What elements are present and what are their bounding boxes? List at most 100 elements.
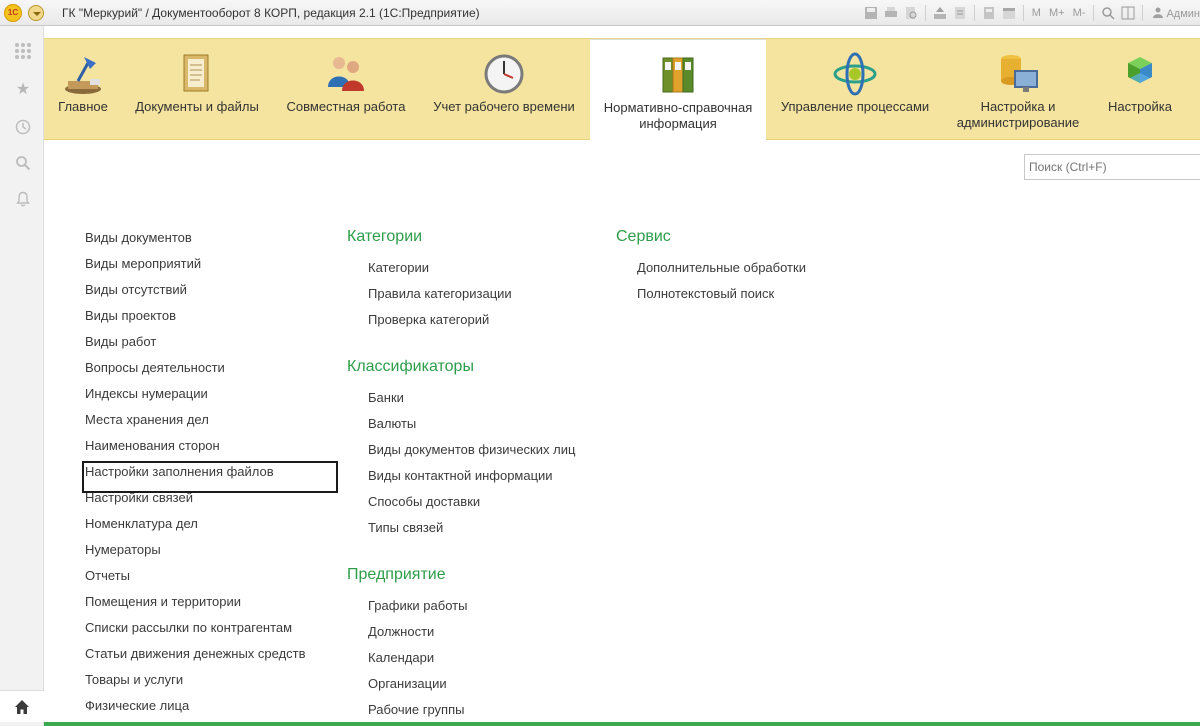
service-column: Сервис Дополнительные обработки Полнотек… bbox=[616, 228, 876, 312]
list-item-party-names[interactable]: Наименования сторон bbox=[85, 438, 335, 464]
desk-lamp-icon bbox=[65, 57, 101, 94]
clock-icon bbox=[484, 54, 524, 94]
zoom-icon[interactable] bbox=[1100, 5, 1116, 21]
list-item-mailing-lists[interactable]: Списки рассылки по контрагентам bbox=[85, 620, 335, 646]
list-item-project-types[interactable]: Виды проектов bbox=[85, 308, 335, 334]
list-item-numbering-indexes[interactable]: Индексы нумерации bbox=[85, 386, 335, 412]
calendar-icon[interactable] bbox=[1001, 5, 1017, 21]
history-icon[interactable] bbox=[12, 116, 34, 138]
group-title-categories: Категории bbox=[347, 228, 423, 245]
home-icon bbox=[15, 699, 29, 714]
list-item-activity-issues[interactable]: Вопросы деятельности bbox=[85, 360, 335, 386]
save-icon[interactable] bbox=[863, 5, 879, 21]
group-title-enterprise: Предприятие bbox=[347, 566, 446, 583]
window-title: ГК "Меркурий" / Документооборот 8 КОРП, … bbox=[62, 6, 480, 20]
bottom-accent-line bbox=[44, 722, 1200, 726]
process-icon bbox=[833, 52, 877, 96]
calculator-icon[interactable] bbox=[981, 5, 997, 21]
section-label: Настройка bbox=[1108, 99, 1172, 114]
reference-list-column: Виды документов Виды мероприятий Виды от… bbox=[82, 230, 338, 724]
list-item-work-schedules[interactable]: Графики работы bbox=[347, 598, 607, 624]
app-logo-icon[interactable]: 1С bbox=[4, 4, 22, 22]
group-title-service: Сервис bbox=[616, 228, 671, 245]
toolbar-separator bbox=[973, 5, 975, 21]
section-label: Настройка и администрирование bbox=[956, 99, 1080, 130]
database-computer-icon bbox=[1001, 55, 1038, 92]
toolbar-separator bbox=[924, 5, 926, 21]
list-item-reports[interactable]: Отчеты bbox=[85, 568, 335, 594]
list-item-personal-document-types[interactable]: Виды документов физических лиц bbox=[347, 442, 607, 468]
list-item-work-types[interactable]: Виды работ bbox=[85, 334, 335, 360]
section-panel: Главное Документы и файлы Совместная раб… bbox=[44, 38, 1200, 141]
memory-plus-button[interactable]: M+ bbox=[1047, 7, 1067, 19]
notifications-bell-icon[interactable] bbox=[12, 188, 34, 210]
list-item-goods-services[interactable]: Товары и услуги bbox=[85, 672, 335, 698]
main-menu-button[interactable] bbox=[28, 5, 44, 21]
list-item-case-nomenclature[interactable]: Номенклатура дел bbox=[85, 516, 335, 542]
toolbar-separator bbox=[1093, 5, 1095, 21]
document-icon[interactable] bbox=[952, 5, 968, 21]
memory-button[interactable]: M bbox=[1030, 7, 1043, 19]
documents-folder-icon bbox=[183, 54, 209, 92]
list-item-categorization-rules[interactable]: Правила категоризации bbox=[347, 286, 607, 312]
section-label: Документы и файлы bbox=[135, 99, 259, 114]
list-item-category-check[interactable]: Проверка категорий bbox=[347, 312, 607, 338]
memory-minus-button[interactable]: M- bbox=[1071, 7, 1088, 19]
section-main[interactable]: Главное bbox=[44, 39, 122, 141]
print-icon[interactable] bbox=[883, 5, 899, 21]
list-item-numerators[interactable]: Нумераторы bbox=[85, 542, 335, 568]
section-settings-administration[interactable]: Настройка и администрирование bbox=[944, 39, 1092, 141]
list-item-positions[interactable]: Должности bbox=[347, 624, 607, 650]
section-label: Главное bbox=[58, 99, 108, 114]
list-item-individuals[interactable]: Физические лица bbox=[85, 698, 335, 724]
section-settings[interactable]: Настройка bbox=[1100, 39, 1180, 141]
section-label: Совместная работа bbox=[286, 99, 406, 114]
list-item-organizations[interactable]: Организации bbox=[347, 676, 607, 702]
reference-groups-column: Категории Категории Правила категоризаци… bbox=[347, 228, 607, 726]
section-label: Управление процессами bbox=[780, 99, 930, 114]
favorites-star-icon[interactable]: ★ bbox=[12, 78, 34, 100]
list-item-contact-info-types[interactable]: Виды контактной информации bbox=[347, 468, 607, 494]
list-item-absence-types[interactable]: Виды отсутствий bbox=[85, 282, 335, 308]
section-time-tracking[interactable]: Учет рабочего времени bbox=[424, 39, 584, 141]
list-item-currencies[interactable]: Валюты bbox=[347, 416, 607, 442]
list-item-additional-processing[interactable]: Дополнительные обработки bbox=[616, 260, 876, 286]
current-user[interactable]: Админ bbox=[1153, 7, 1200, 20]
list-item-case-storage[interactable]: Места хранения дел bbox=[85, 412, 335, 438]
list-item-banks[interactable]: Банки bbox=[347, 390, 607, 416]
section-reference-info[interactable]: Нормативно-справочная информация bbox=[590, 39, 766, 141]
cubes-icon bbox=[1128, 57, 1152, 83]
search-icon[interactable] bbox=[12, 152, 34, 174]
upload-icon[interactable] bbox=[932, 5, 948, 21]
list-item-link-types[interactable]: Типы связей bbox=[347, 520, 607, 546]
section-label: Нормативно-справочная информация bbox=[603, 100, 753, 131]
list-item-file-fill-settings[interactable]: Настройки заполнения файлов bbox=[82, 461, 338, 493]
toolbar-separator bbox=[1142, 5, 1144, 21]
print-preview-icon[interactable] bbox=[903, 5, 919, 21]
apps-grid-icon[interactable] bbox=[12, 40, 34, 62]
list-item-delivery-methods[interactable]: Способы доставки bbox=[347, 494, 607, 520]
panel-icon[interactable] bbox=[1120, 5, 1136, 21]
binders-icon bbox=[662, 57, 694, 93]
section-label: Учет рабочего времени bbox=[433, 99, 575, 114]
list-item-premises[interactable]: Помещения и территории bbox=[85, 594, 335, 620]
home-button[interactable] bbox=[0, 690, 44, 722]
left-navigation-rail: ★ bbox=[0, 26, 44, 726]
section-documents-files[interactable]: Документы и файлы bbox=[124, 39, 270, 141]
list-item-document-types[interactable]: Виды документов bbox=[85, 230, 335, 256]
users-icon bbox=[328, 57, 364, 91]
title-bar: 1С ГК "Меркурий" / Документооборот 8 КОР… bbox=[0, 0, 1200, 26]
group-title-classifiers: Классификаторы bbox=[347, 358, 474, 375]
section-collaboration[interactable]: Совместная работа bbox=[276, 39, 416, 141]
titlebar-toolbar: M M+ M- Админ bbox=[863, 3, 1200, 23]
list-item-event-types[interactable]: Виды мероприятий bbox=[85, 256, 335, 282]
toolbar-separator bbox=[1022, 5, 1024, 21]
list-item-link-settings[interactable]: Настройки связей bbox=[85, 490, 335, 516]
user-name: Админ bbox=[1166, 7, 1200, 20]
list-item-cash-flow-items[interactable]: Статьи движения денежных средств bbox=[85, 646, 335, 672]
list-item-calendars[interactable]: Календари bbox=[347, 650, 607, 676]
list-item-categories[interactable]: Категории bbox=[347, 260, 607, 286]
search-input[interactable] bbox=[1024, 154, 1200, 180]
list-item-fulltext-search[interactable]: Полнотекстовый поиск bbox=[616, 286, 876, 312]
section-process-management[interactable]: Управление процессами bbox=[774, 39, 936, 141]
